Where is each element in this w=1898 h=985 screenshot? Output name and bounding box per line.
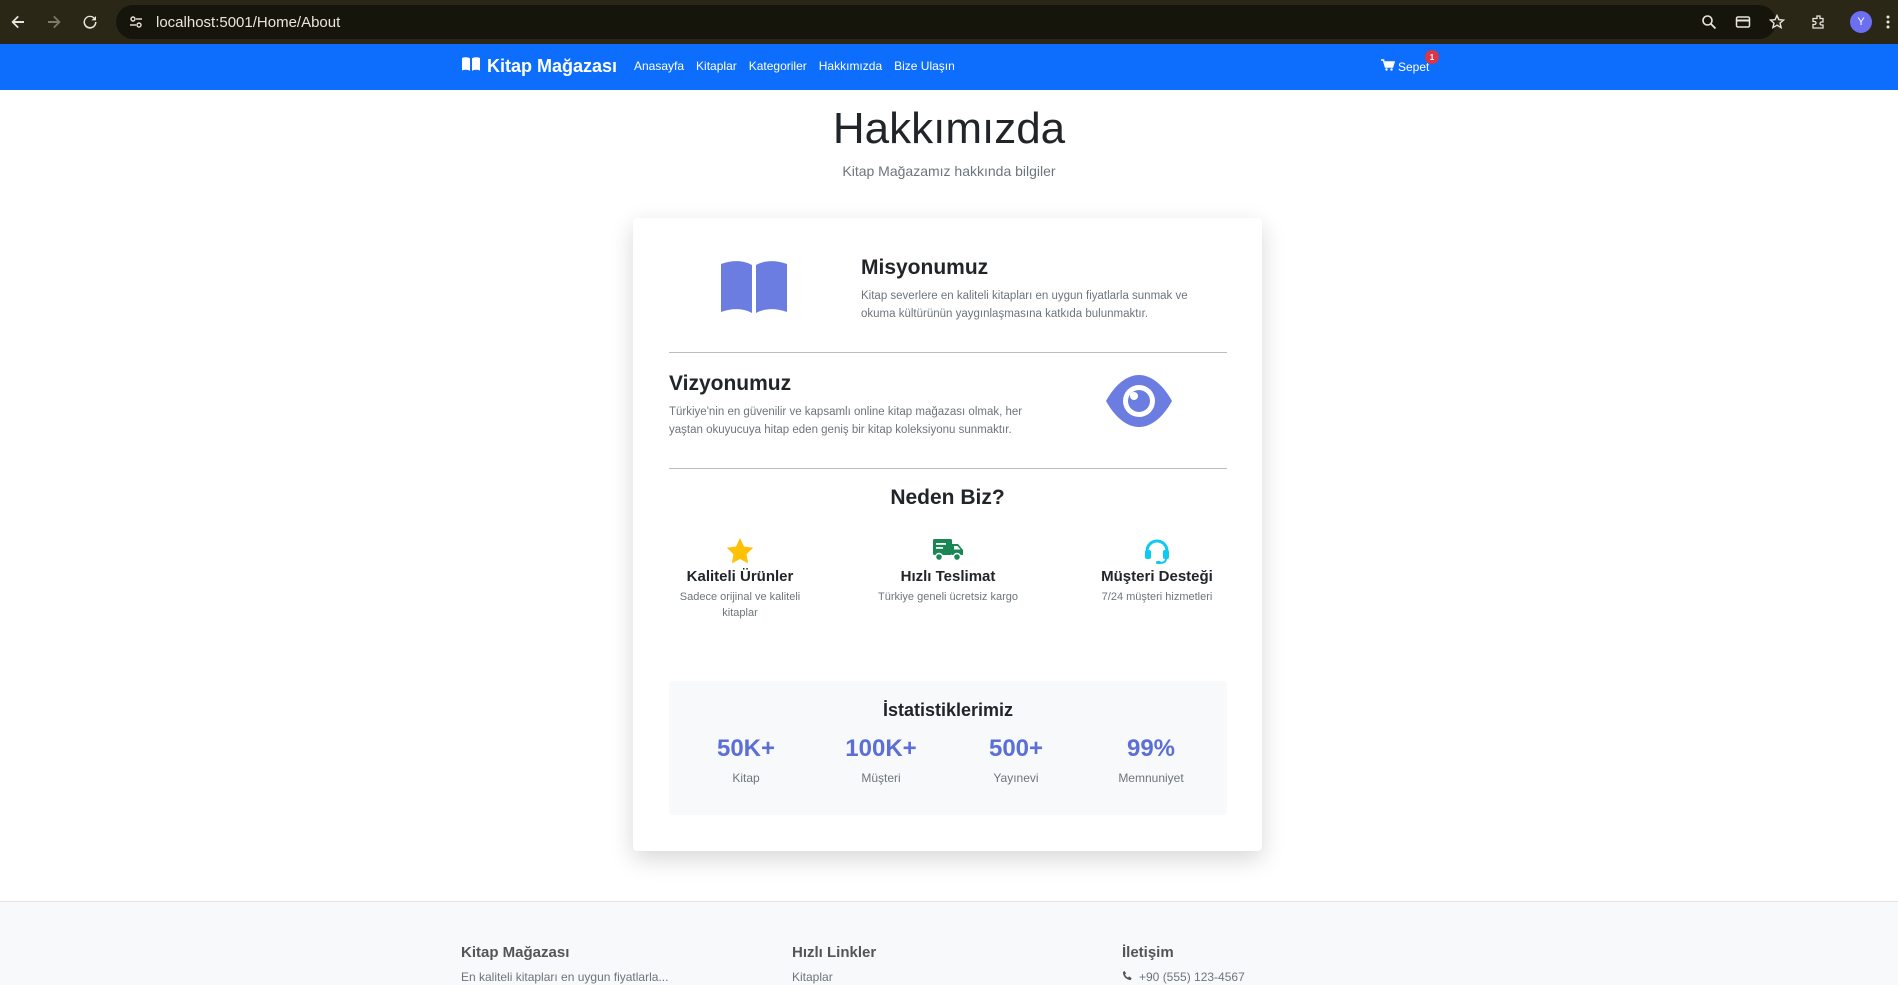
book-open-icon [719,258,789,319]
card-icon[interactable] [1726,5,1760,39]
footer-about-column: Kitap Mağazası En kaliteli kitapları en … [461,944,668,984]
feature-title: Müşteri Desteği [1101,568,1213,585]
back-icon[interactable] [0,4,36,40]
footer-heading: Hızlı Linkler [792,944,877,961]
more-menu-icon[interactable] [1878,5,1898,39]
vision-title: Vizyonumuz [669,372,792,395]
url-text[interactable]: localhost:5001/Home/About [156,14,340,31]
footer-heading: Kitap Mağazası [461,944,570,961]
feature-quality: Kaliteli Ürünler Sadece orijinal ve kali… [665,536,815,621]
profile-avatar[interactable]: Y [1844,5,1878,39]
stat-item: 50K+ Kitap [691,735,801,785]
stat-item: 99% Memnuniyet [1096,735,1206,785]
phone-number: +90 (555) 123-4567 [1139,970,1245,984]
feature-text: Türkiye geneli ücretsiz kargo [877,591,1018,603]
headset-icon [1082,536,1232,564]
feature-support: Müşteri Desteği 7/24 müşteri hizmetleri [1082,536,1232,605]
footer-phone: +90 (555) 123-4567 [1122,970,1245,984]
stat-label: Yayınevi [993,771,1039,785]
stat-value: 500+ [988,735,1044,762]
footer-heading: İletişim [1122,944,1174,961]
brand-link[interactable]: Kitap Mağazası [461,56,617,77]
site-footer: Kitap Mağazası En kaliteli kitapları en … [0,901,1898,985]
stat-label: Kitap [732,771,760,785]
stats-panel: İstatistiklerimiz 50K+ Kitap 100K+ Müşte… [669,681,1227,815]
star-icon [665,536,815,564]
feature-title: Kaliteli Ürünler [686,568,794,585]
about-card: Misyonumuz Kitap severlere en kaliteli k… [633,218,1262,851]
nav-link-anasayfa[interactable]: Anasayfa [634,59,684,73]
site-navbar: Kitap Mağazası Anasayfa Kitaplar Kategor… [0,44,1898,90]
stat-value: 100K+ [845,735,917,762]
nav-link-kitaplar[interactable]: Kitaplar [696,59,737,73]
main-menu: Anasayfa Kitaplar Kategoriler Hakkımızda… [634,59,955,73]
footer-text: En kaliteli kitapları en uygun fiyatlarl… [461,970,669,984]
cart-count-badge: 1 [1425,50,1439,64]
footer-link-kitaplar[interactable]: Kitaplar [792,970,876,984]
footer-contact-column: İletişim +90 (555) 123-4567 [1122,944,1245,984]
mission-text: Kitap severlere en kaliteli kitapları en… [861,290,1188,320]
nav-link-hakkimizda[interactable]: Hakkımızda [819,59,882,73]
feature-title: Hızlı Teslimat [900,568,996,585]
site-settings-icon[interactable] [128,14,144,30]
divider [669,468,1227,469]
phone-icon [1122,970,1133,984]
bookmark-star-icon[interactable] [1760,5,1794,39]
extensions-icon[interactable] [1794,5,1844,39]
stats-title: İstatistiklerimiz [882,700,1014,720]
forward-icon[interactable] [36,4,72,40]
stat-value: 50K+ [716,735,776,762]
cart-icon [1381,59,1396,74]
cart-label: Sepet [1398,59,1430,74]
eye-icon [1104,374,1174,433]
book-icon [461,56,481,77]
stat-value: 99% [1126,735,1176,762]
cart-link[interactable]: Sepet 1 [1381,50,1439,74]
zoom-icon[interactable] [1692,5,1726,39]
stat-item: 500+ Yayınevi [961,735,1071,785]
page-title: Hakkımızda [832,104,1066,153]
reload-icon[interactable] [72,4,108,40]
why-us-title: Neden Biz? [890,486,1005,509]
feature-delivery: Hızlı Teslimat Türkiye geneli ücretsiz k… [873,536,1023,605]
stat-item: 100K+ Müşteri [826,735,936,785]
browser-toolbar: localhost:5001/Home/About Y [0,0,1898,44]
feature-text: Sadece orijinal ve kaliteli kitaplar [679,591,801,619]
divider [669,352,1227,353]
stat-label: Müşteri [861,771,901,785]
page-subtitle: Kitap Mağazamız hakkında bilgiler [842,163,1056,179]
nav-link-kategoriler[interactable]: Kategoriler [749,59,807,73]
brand-name: Kitap Mağazası [487,56,618,76]
nav-link-bize-ulasin[interactable]: Bize Ulaşın [894,59,955,73]
stat-label: Memnuniyet [1118,771,1184,785]
address-bar[interactable]: localhost:5001/Home/About [116,5,1776,39]
footer-links-column: Hızlı Linkler Kitaplar [792,944,876,984]
mission-title: Misyonumuz [861,256,989,279]
truck-icon [873,536,1023,564]
feature-text: 7/24 müşteri hizmetleri [1101,591,1213,603]
vision-text: Türkiye'nin en güvenilir ve kapsamlı onl… [669,406,1023,436]
